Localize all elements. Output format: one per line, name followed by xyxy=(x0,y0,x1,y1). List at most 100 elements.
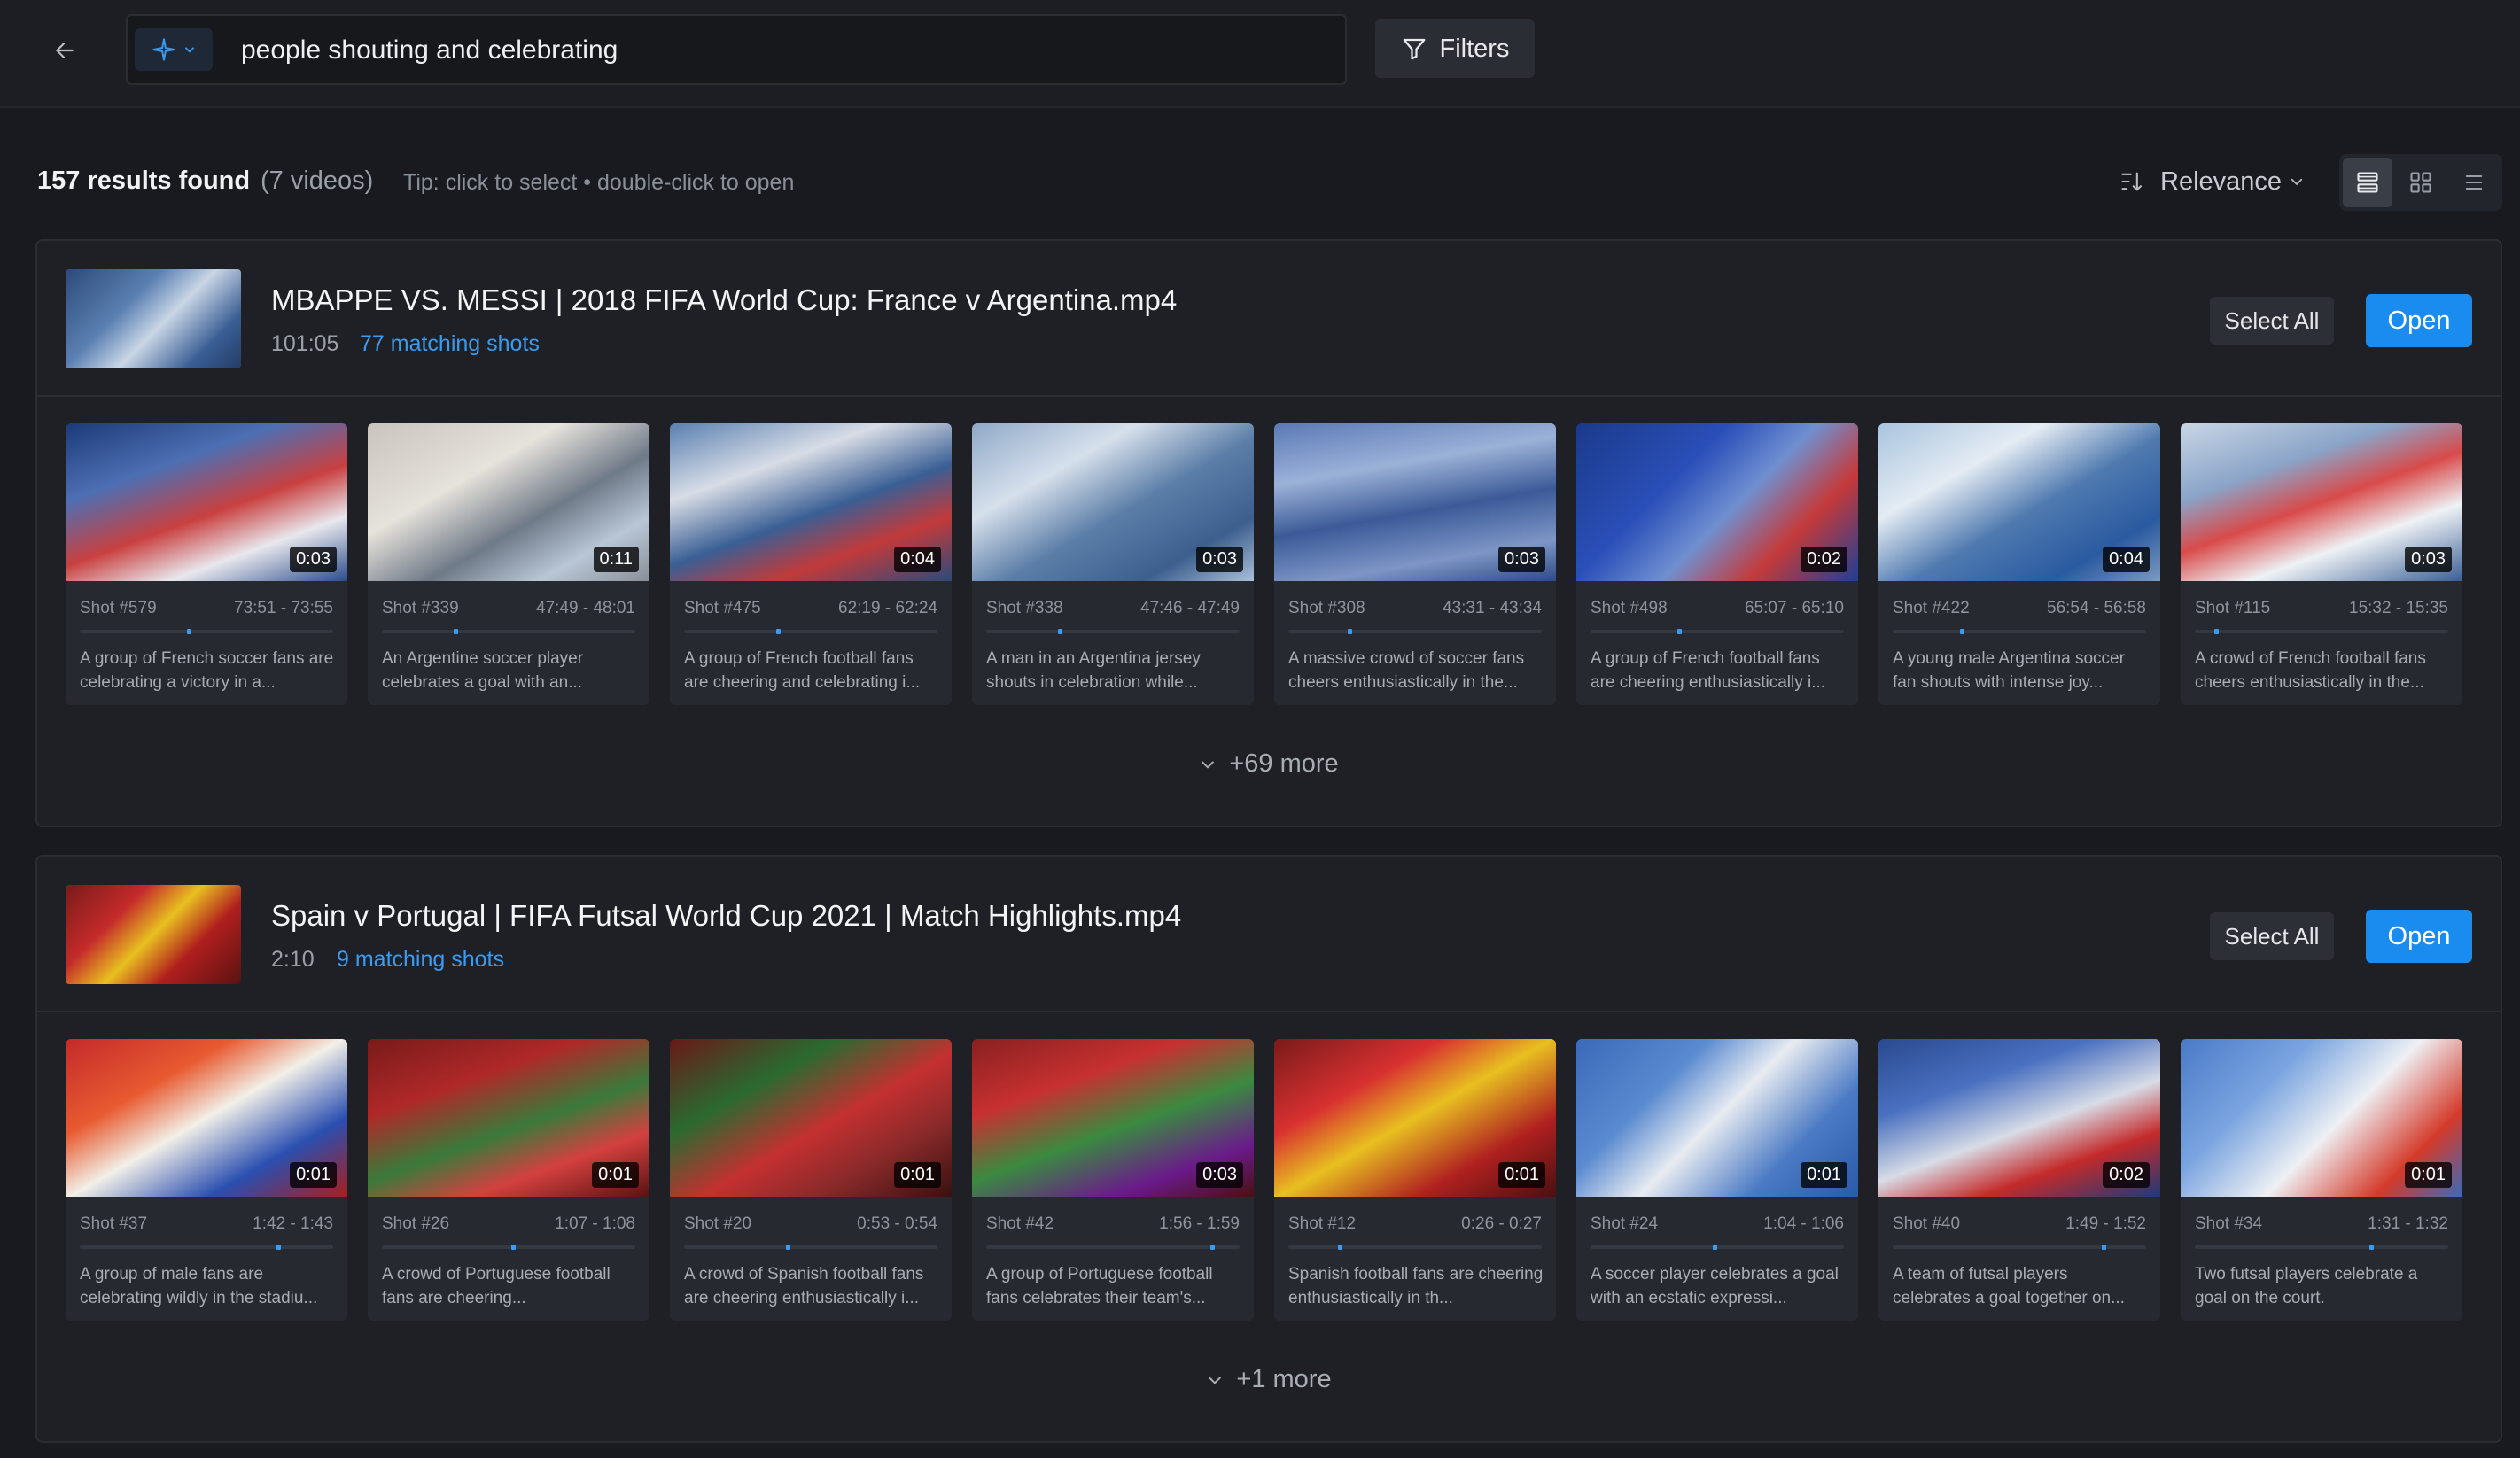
shot-description: A group of Portuguese football fans cele… xyxy=(986,1265,1213,1307)
shot-description: Two futsal players celebrate a goal on t… xyxy=(2195,1265,2418,1307)
shot-number: Shot #339 xyxy=(382,599,459,617)
shot-number: Shot #20 xyxy=(684,1214,752,1233)
shot-card[interactable]: 0:03 Shot #338 47:46 - 47:49 A man in an Ar… xyxy=(972,423,1254,705)
shot-card[interactable]: 0:01 Shot #24 1:04 - 1:06 A soccer player c… xyxy=(1576,1039,1858,1321)
grouped-view-button[interactable] xyxy=(2343,158,2392,207)
shot-position-marker xyxy=(187,629,191,634)
open-button[interactable]: Open xyxy=(2366,294,2472,347)
shot-duration-badge: 0:01 xyxy=(2405,1162,2452,1188)
video-duration: 2:10 xyxy=(271,947,315,972)
shot-card[interactable]: 0:02 Shot #40 1:49 - 1:52 A team of futsal … xyxy=(1878,1039,2160,1321)
shot-card[interactable]: 0:02 Shot #498 65:07 - 65:10 A group of Fre… xyxy=(1576,423,1858,705)
shot-thumbnail[interactable]: 0:04 xyxy=(1878,423,2160,581)
shot-time-range: 73:51 - 73:55 xyxy=(234,599,333,617)
chevron-down-icon xyxy=(185,47,194,53)
shot-number: Shot #308 xyxy=(1288,599,1365,617)
shot-thumbnail[interactable]: 0:03 xyxy=(66,423,347,581)
show-more-button[interactable]: +1 more xyxy=(37,1365,2501,1394)
shot-duration-badge: 0:03 xyxy=(1196,547,1243,572)
shot-description: A group of French football fans are chee… xyxy=(684,649,921,692)
shot-position-track xyxy=(986,1245,1240,1250)
search-box[interactable]: people shouting and celebrating xyxy=(126,14,1347,85)
show-more-button[interactable]: +69 more xyxy=(37,749,2501,779)
shot-position-marker xyxy=(2369,1245,2374,1250)
shot-card[interactable]: 0:03 Shot #308 43:31 - 43:34 A massive crow… xyxy=(1274,423,1556,705)
video-title[interactable]: Spain v Portugal | FIFA Futsal World Cup… xyxy=(271,899,1181,933)
shot-thumbnail[interactable]: 0:02 xyxy=(1576,423,1858,581)
shot-time-range: 1:42 - 1:43 xyxy=(253,1214,333,1233)
shot-position-track xyxy=(1591,1245,1844,1250)
video-thumbnail[interactable] xyxy=(66,885,241,984)
shot-card[interactable]: 0:01 Shot #34 1:31 - 1:32 Two futsal player… xyxy=(2181,1039,2462,1321)
shot-number: Shot #24 xyxy=(1591,1214,1659,1233)
open-button[interactable]: Open xyxy=(2366,910,2472,963)
shot-duration-badge: 0:01 xyxy=(592,1162,639,1188)
shot-number: Shot #498 xyxy=(1591,599,1668,617)
shot-card[interactable]: 0:04 Shot #475 62:19 - 62:24 A group of Fre… xyxy=(670,423,952,705)
shot-position-marker xyxy=(786,1245,790,1250)
shot-card[interactable]: 0:03 Shot #115 15:32 - 15:35 A crowd of Fre… xyxy=(2181,423,2462,705)
back-button[interactable] xyxy=(46,32,83,69)
shot-card[interactable]: 0:03 Shot #42 1:56 - 1:59 A group of Portug… xyxy=(972,1039,1254,1321)
shot-duration-badge: 0:04 xyxy=(894,547,941,572)
shot-position-marker xyxy=(276,1245,281,1250)
shot-number: Shot #475 xyxy=(684,599,761,617)
shot-thumbnail[interactable]: 0:11 xyxy=(368,423,649,581)
shot-card[interactable]: 0:11 Shot #339 47:49 - 48:01 An Argentine s… xyxy=(368,423,649,705)
search-mode-dropdown[interactable] xyxy=(135,28,213,71)
shot-thumbnail[interactable]: 0:01 xyxy=(1274,1039,1556,1197)
shot-card[interactable]: 0:01 Shot #12 0:26 - 0:27 Spanish football … xyxy=(1274,1039,1556,1321)
video-thumbnail[interactable] xyxy=(66,269,241,368)
matching-shots-link[interactable]: 77 matching shots xyxy=(360,331,540,357)
list-view-icon xyxy=(2465,174,2483,190)
shot-thumbnail[interactable]: 0:01 xyxy=(1576,1039,1858,1197)
shot-position-track xyxy=(1288,1245,1542,1250)
shot-description: A young male Argentina soccer fan shouts… xyxy=(1893,649,2125,692)
shot-position-marker xyxy=(2102,1245,2106,1250)
selection-tip: Tip: click to select • double-click to o… xyxy=(403,170,795,195)
video-title[interactable]: MBAPPE VS. MESSI | 2018 FIFA World Cup: … xyxy=(271,283,1177,317)
shot-thumbnail[interactable]: 0:01 xyxy=(66,1039,347,1197)
shot-position-marker xyxy=(776,629,781,634)
shot-number: Shot #422 xyxy=(1893,599,1970,617)
shot-position-marker xyxy=(1058,629,1062,634)
shot-time-range: 15:32 - 15:35 xyxy=(2349,599,2448,617)
shot-card[interactable]: 0:01 Shot #20 0:53 - 0:54 A crowd of Spanis… xyxy=(670,1039,952,1321)
shot-thumbnail[interactable]: 0:03 xyxy=(2181,423,2462,581)
shot-card[interactable]: 0:01 Shot #26 1:07 - 1:08 A crowd of Portug… xyxy=(368,1039,649,1321)
video-group: MBAPPE VS. MESSI | 2018 FIFA World Cup: … xyxy=(35,239,2502,827)
shot-card[interactable]: 0:04 Shot #422 56:54 - 56:58 A young male A… xyxy=(1878,423,2160,705)
shot-card[interactable]: 0:03 Shot #579 73:51 - 73:55 A group of Fre… xyxy=(66,423,347,705)
shot-thumbnail[interactable]: 0:03 xyxy=(972,1039,1254,1197)
shot-position-track xyxy=(684,629,937,634)
grid-view-button[interactable] xyxy=(2396,158,2446,207)
shot-thumbnail[interactable]: 0:04 xyxy=(670,423,952,581)
search-input[interactable]: people shouting and celebrating xyxy=(241,34,618,67)
shot-description: A man in an Argentina jersey shouts in c… xyxy=(986,649,1201,692)
shot-thumbnail[interactable]: 0:03 xyxy=(1274,423,1556,581)
shot-description: A group of French football fans are chee… xyxy=(1591,649,1826,692)
shot-description: A team of futsal players celebrates a go… xyxy=(1893,1265,2125,1307)
shot-position-marker xyxy=(1338,1245,1342,1250)
select-all-button[interactable]: Select All xyxy=(2210,297,2334,345)
shot-position-track xyxy=(1591,629,1844,634)
shot-duration-badge: 0:03 xyxy=(290,547,337,572)
shot-thumbnail[interactable]: 0:02 xyxy=(1878,1039,2160,1197)
shot-thumbnail[interactable]: 0:01 xyxy=(368,1039,649,1197)
shot-time-range: 56:54 - 56:58 xyxy=(2047,599,2146,617)
shot-time-range: 1:07 - 1:08 xyxy=(555,1214,635,1233)
shot-duration-badge: 0:02 xyxy=(2103,1162,2150,1188)
shot-position-marker xyxy=(1960,629,1964,634)
shot-description: A crowd of French football fans cheers e… xyxy=(2195,649,2426,692)
select-all-button[interactable]: Select All xyxy=(2210,912,2334,960)
shot-card[interactable]: 0:01 Shot #37 1:42 - 1:43 A group of male f… xyxy=(66,1039,347,1321)
shot-thumbnail[interactable]: 0:03 xyxy=(972,423,1254,581)
shot-thumbnail[interactable]: 0:01 xyxy=(670,1039,952,1197)
sort-dropdown[interactable]: Relevance xyxy=(2119,163,2305,200)
shot-position-track xyxy=(1893,1245,2146,1250)
matching-shots-link[interactable]: 9 matching shots xyxy=(337,947,504,973)
filters-button[interactable]: Filters xyxy=(1375,19,1535,78)
shot-time-range: 1:56 - 1:59 xyxy=(1159,1214,1240,1233)
list-view-button[interactable] xyxy=(2449,158,2499,207)
shot-thumbnail[interactable]: 0:01 xyxy=(2181,1039,2462,1197)
